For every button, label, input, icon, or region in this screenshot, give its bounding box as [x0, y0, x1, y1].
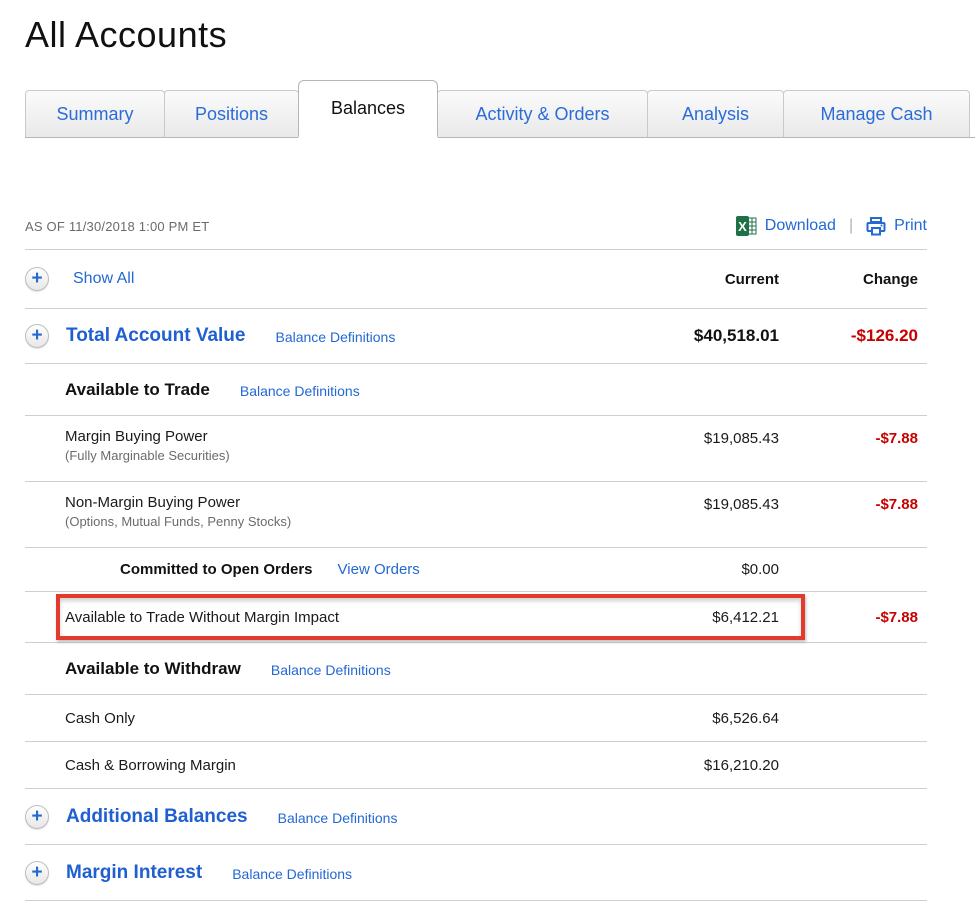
total-account-value-label: Total Account Value — [66, 325, 245, 347]
margin-buying-power-change: -$7.88 — [779, 427, 927, 447]
column-header-change: Change — [779, 271, 927, 288]
excel-icon: X — [736, 216, 757, 236]
expand-total-account-value-icon[interactable]: + — [25, 324, 49, 348]
balance-definitions-link[interactable]: Balance Definitions — [275, 329, 395, 345]
available-to-trade-header-row: Available to Trade Balance Definitions — [25, 364, 927, 416]
non-margin-buying-power-sublabel: (Options, Mutual Funds, Penny Stocks) — [65, 513, 649, 530]
cash-and-borrowing-margin-current: $16,210.20 — [649, 757, 779, 774]
non-margin-buying-power-label: Non-Margin Buying Power — [65, 493, 649, 513]
printer-icon — [866, 217, 886, 236]
available-to-trade-without-margin-impact-current: $6,412.21 — [649, 609, 779, 626]
tab-balances[interactable]: Balances — [298, 80, 438, 138]
margin-buying-power-label: Margin Buying Power — [65, 427, 649, 447]
margin-buying-power-current: $19,085.43 — [649, 427, 779, 447]
available-to-withdraw-label: Available to Withdraw — [65, 659, 241, 679]
committed-to-open-orders-label: Committed to Open Orders — [120, 561, 313, 578]
margin-buying-power-row: Margin Buying Power (Fully Marginable Se… — [25, 416, 927, 482]
cash-only-row: Cash Only $6,526.64 — [25, 695, 927, 742]
show-all-row: + Show All Current Change — [25, 250, 927, 309]
total-account-value-current: $40,518.01 — [649, 326, 779, 346]
column-header-current: Current — [649, 271, 779, 288]
margin-interest-label: Margin Interest — [66, 862, 202, 884]
committed-to-open-orders-current: $0.00 — [649, 561, 779, 578]
as-of-timestamp: AS OF 11/30/2018 1:00 PM ET — [25, 219, 209, 234]
available-to-withdraw-header-row: Available to Withdraw Balance Definition… — [25, 643, 927, 695]
cash-only-current: $6,526.64 — [649, 710, 779, 727]
non-margin-buying-power-change: -$7.88 — [779, 493, 927, 513]
balance-definitions-link[interactable]: Balance Definitions — [278, 810, 398, 826]
available-to-trade-without-margin-impact-label: Available to Trade Without Margin Impact — [65, 609, 339, 626]
balance-definitions-link[interactable]: Balance Definitions — [232, 866, 352, 882]
print-label: Print — [894, 217, 927, 235]
toolbar-actions: X Download | Print — [736, 216, 927, 236]
tab-manage-cash[interactable]: Manage Cash — [783, 90, 970, 137]
expand-all-icon[interactable]: + — [25, 267, 49, 291]
tab-positions[interactable]: Positions — [164, 90, 299, 137]
total-account-value-change: -$126.20 — [779, 326, 927, 346]
margin-interest-row: + Margin Interest Balance Definitions — [25, 845, 927, 901]
tab-activity-orders[interactable]: Activity & Orders — [437, 90, 648, 137]
non-margin-buying-power-row: Non-Margin Buying Power (Options, Mutual… — [25, 482, 927, 548]
cash-and-borrowing-margin-row: Cash & Borrowing Margin $16,210.20 — [25, 742, 927, 789]
toolbar: AS OF 11/30/2018 1:00 PM ET X Download — [25, 216, 927, 250]
expand-margin-interest-icon[interactable]: + — [25, 861, 49, 885]
page-title: All Accounts — [25, 14, 975, 56]
non-margin-buying-power-current: $19,085.43 — [649, 493, 779, 513]
total-account-value-row: + Total Account Value Balance Definition… — [25, 309, 927, 364]
margin-buying-power-sublabel: (Fully Marginable Securities) — [65, 447, 649, 464]
download-button[interactable]: X Download — [736, 216, 836, 236]
svg-text:X: X — [738, 219, 747, 234]
toolbar-separator: | — [849, 217, 853, 235]
committed-to-open-orders-row: Committed to Open Orders View Orders $0.… — [25, 548, 927, 592]
view-orders-link[interactable]: View Orders — [338, 561, 420, 578]
available-to-trade-without-margin-impact-row: Available to Trade Without Margin Impact… — [25, 592, 927, 643]
account-tabbar: Summary Positions Balances Activity & Or… — [25, 80, 975, 138]
cash-only-label: Cash Only — [65, 710, 135, 727]
cash-and-borrowing-margin-label: Cash & Borrowing Margin — [65, 757, 236, 774]
show-all-button[interactable]: Show All — [73, 270, 134, 288]
expand-additional-balances-icon[interactable]: + — [25, 805, 49, 829]
tab-analysis[interactable]: Analysis — [647, 90, 784, 137]
balances-page: All Accounts Summary Positions Balances … — [0, 14, 975, 901]
balances-table: + Show All Current Change + Total Accoun… — [25, 250, 927, 901]
download-label: Download — [765, 217, 836, 235]
print-button[interactable]: Print — [866, 217, 927, 236]
tab-summary[interactable]: Summary — [25, 90, 165, 137]
balance-definitions-link[interactable]: Balance Definitions — [240, 383, 360, 399]
additional-balances-row: + Additional Balances Balance Definition… — [25, 789, 927, 845]
balance-definitions-link[interactable]: Balance Definitions — [271, 662, 391, 678]
additional-balances-label: Additional Balances — [66, 806, 248, 828]
available-to-trade-label: Available to Trade — [65, 380, 210, 400]
